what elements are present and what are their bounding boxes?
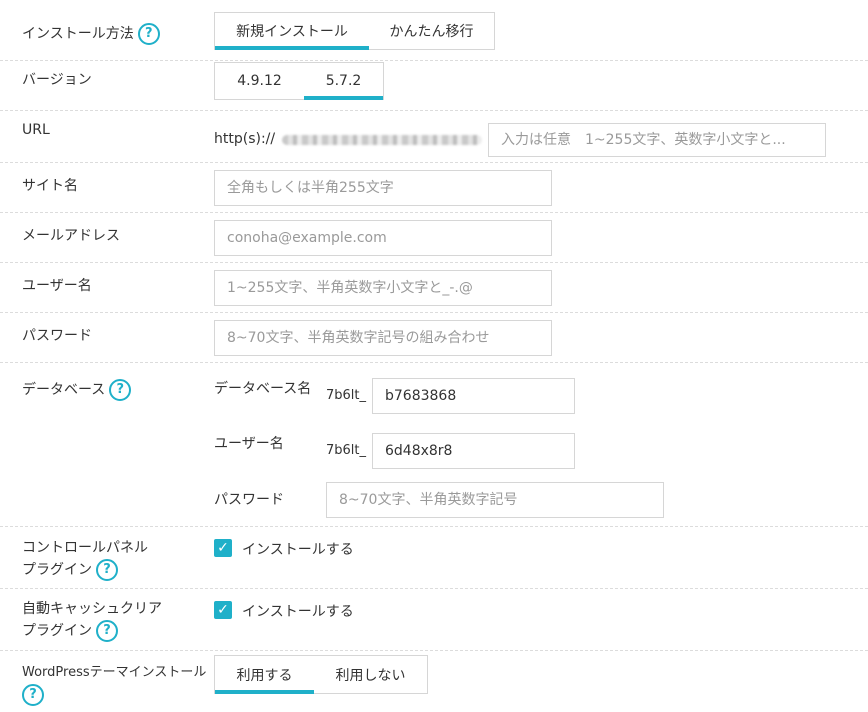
url-path-input[interactable] (488, 123, 826, 157)
site-name-input[interactable] (214, 170, 552, 206)
checkbox-check-icon: ✓ (217, 602, 229, 618)
db-name-prefix: 7b6lt_ (326, 388, 367, 403)
theme-install-label: WordPressテーマインストール ? (22, 662, 206, 706)
password-label: パスワード (22, 328, 92, 344)
username-label: ユーザー名 (22, 278, 92, 294)
install-method-toggle: 新規インストール かんたん移行 (214, 12, 495, 50)
install-method-option-new[interactable]: 新規インストール (215, 13, 369, 50)
database-label: データベース? (22, 379, 132, 401)
db-user-prefix: 7b6lt_ (326, 443, 367, 458)
db-name-label: データベース名 (214, 381, 312, 397)
version-option-4-9-12[interactable]: 4.9.12 (215, 63, 304, 99)
theme-install-option-not-use[interactable]: 利用しない (314, 656, 427, 693)
db-name-input[interactable] (372, 378, 575, 414)
url-prefix: http(s):// (214, 131, 276, 147)
db-user-label: ユーザー名 (214, 436, 284, 452)
theme-install-toggle: 利用する 利用しない (214, 655, 428, 694)
url-domain-redacted (282, 135, 482, 145)
auto-cache-plugin-checkbox-label[interactable]: インストールする (242, 601, 354, 621)
auto-cache-plugin-label: 自動キャッシュクリア プラグイン? (22, 598, 162, 642)
db-password-label: パスワード (214, 492, 284, 508)
version-option-5-7-2[interactable]: 5.7.2 (304, 63, 383, 100)
version-label: バージョン (22, 72, 92, 88)
help-circle-icon[interactable]: ? (96, 620, 118, 642)
auto-cache-plugin-checkbox[interactable]: ✓ (214, 601, 232, 619)
install-method-option-migrate[interactable]: かんたん移行 (369, 13, 494, 49)
password-input[interactable] (214, 320, 552, 356)
control-panel-plugin-checkbox-label[interactable]: インストールする (242, 539, 354, 559)
install-method-label: インストール方法? (22, 23, 160, 45)
help-circle-icon[interactable]: ? (22, 684, 44, 706)
control-panel-plugin-checkbox[interactable]: ✓ (214, 539, 232, 557)
site-name-label: サイト名 (22, 178, 78, 194)
url-label: URL (22, 122, 50, 138)
help-circle-icon[interactable]: ? (137, 23, 160, 45)
db-user-input[interactable] (372, 433, 575, 469)
username-input[interactable] (214, 270, 552, 306)
email-label: メールアドレス (22, 228, 120, 244)
version-toggle: 4.9.12 5.7.2 (214, 62, 384, 100)
help-circle-icon[interactable]: ? (109, 379, 132, 401)
email-input[interactable] (214, 220, 552, 256)
help-circle-icon[interactable]: ? (96, 559, 118, 581)
theme-install-option-use[interactable]: 利用する (215, 656, 314, 694)
control-panel-plugin-label: コントロールパネル プラグイン? (22, 537, 148, 581)
db-password-input[interactable] (326, 482, 664, 518)
checkbox-check-icon: ✓ (217, 540, 229, 556)
